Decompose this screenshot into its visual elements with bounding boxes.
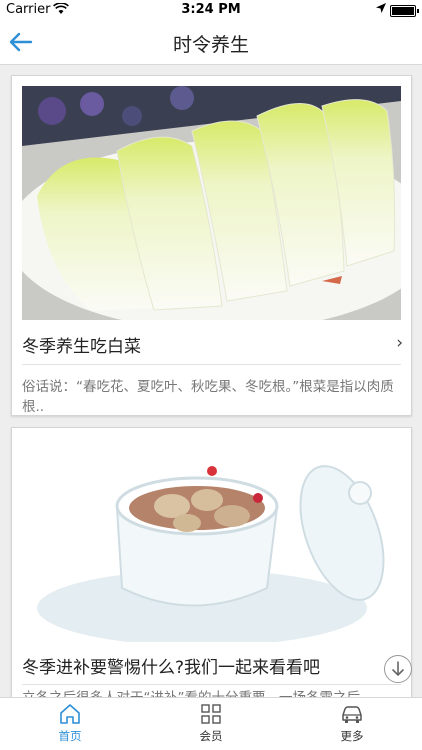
napa-cabbage-photo [22,86,401,320]
tab-more[interactable]: 更多 [282,698,422,750]
car-icon [342,706,362,723]
divider [22,364,401,365]
scroll-down-button[interactable] [384,655,412,683]
tab-label: 会员 [199,729,223,743]
article-title[interactable]: 冬季养生吃白菜 [22,332,401,357]
status-bar: Carrier 3:24 PM [0,0,422,20]
page-title: 时令养生 [172,34,249,56]
article-title[interactable]: 冬季进补要警惕什么?我们一起来看看吧 [22,653,401,678]
battery-icon [390,5,419,17]
article-card[interactable]: 冬季进补要警惕什么?我们一起来看看吧 立冬之后很多人对于“进补”看的十分重要，一… [11,427,412,698]
arrow-down-icon [392,661,404,677]
location-arrow-icon [376,3,386,13]
article-excerpt: 俗话说：“春吃花、夏吃叶、秋吃果、冬吃根。”根菜是指以肉质根.. [22,379,394,415]
chevron-right-icon[interactable]: › [396,333,403,353]
member-grid-icon [201,704,221,724]
tab-label: 首页 [58,729,82,743]
article-list: 冬季养生吃白菜 › 俗话说：“春吃花、夏吃叶、秋吃果、冬吃根。”根菜是指以肉质根… [0,65,422,698]
tab-home[interactable]: 首页 [0,698,140,750]
nav-bar: 时令养生 [0,20,422,65]
stewed-soup-pot-photo [22,438,401,642]
divider [22,684,401,685]
clock: 3:24 PM [181,2,241,17]
tab-label: 更多 [340,729,364,743]
article-card[interactable]: 冬季养生吃白菜 › 俗话说：“春吃花、夏吃叶、秋吃果、冬吃根。”根菜是指以肉质根… [11,75,412,416]
tab-bar: 首页 会员 更多 [0,697,422,750]
home-icon [60,704,80,724]
tab-member[interactable]: 会员 [141,698,281,750]
